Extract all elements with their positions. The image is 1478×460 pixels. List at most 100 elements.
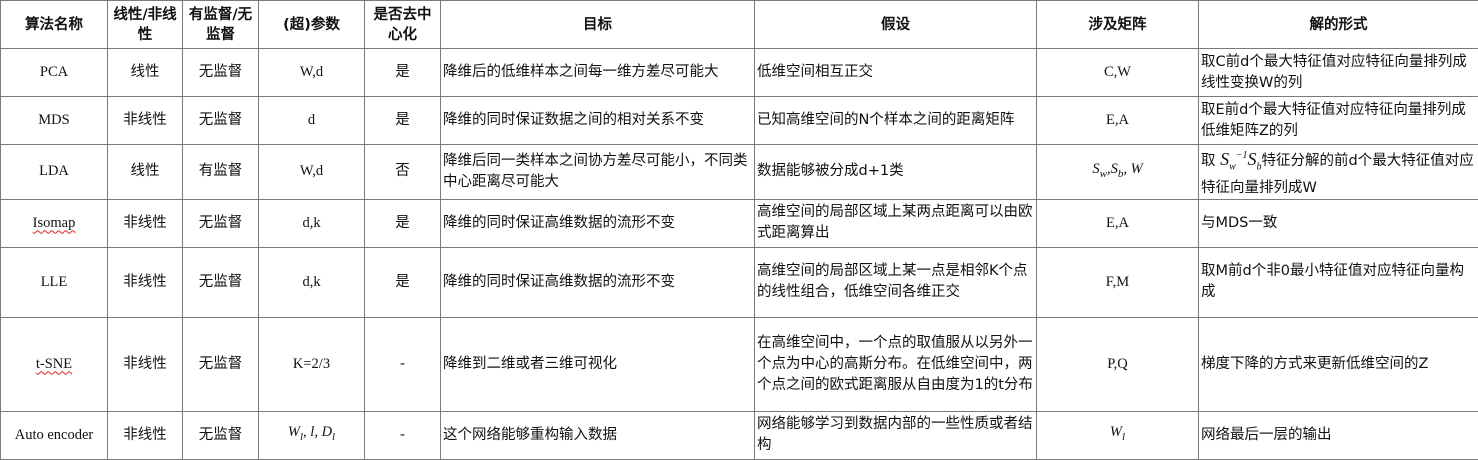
linearity-cell: 线性: [108, 49, 183, 97]
header-cell: 涉及矩阵: [1037, 1, 1199, 49]
linearity-cell: 非线性: [108, 411, 183, 459]
linearity-cell: 非线性: [108, 97, 183, 145]
header-cell: 线性/非线性: [108, 1, 183, 49]
table-row: Isomap 非线性 无监督 d,k 是 降维的同时保证高维数据的流形不变 高维…: [1, 199, 1478, 247]
centered-cell: 否: [365, 145, 441, 200]
matrix-symbol: W: [1110, 424, 1122, 440]
goal-cell: 降维的同时保证高维数据的流形不变: [441, 247, 755, 317]
matrices-formula: Sw,Sb, W: [1037, 145, 1199, 200]
solution-prefix: 取: [1201, 153, 1216, 169]
header-cell: 假设: [755, 1, 1037, 49]
param-subscript: l: [300, 431, 303, 443]
params-cell: K=2/3: [259, 317, 365, 411]
solution-cell: 取E前d个最大特征值对应特征向量排列成低维矩阵Z的列: [1199, 97, 1478, 145]
centered-cell: 是: [365, 199, 441, 247]
goal-cell: 降维的同时保证高维数据的流形不变: [441, 199, 755, 247]
matrix-subscript: w: [1100, 168, 1107, 180]
header-cell: (超)参数: [259, 1, 365, 49]
algorithm-name: LDA: [1, 145, 108, 200]
supervision-cell: 无监督: [183, 199, 259, 247]
param-subscript: l: [332, 431, 335, 443]
table-row: Auto encoder 非线性 无监督 Wl, l, Dl - 这个网络能够重…: [1, 411, 1478, 459]
assumption-cell: 网络能够学习到数据内部的一些性质或者结构: [755, 411, 1037, 459]
param-symbol: W: [288, 424, 300, 440]
linearity-cell: 非线性: [108, 317, 183, 411]
supervision-cell: 无监督: [183, 317, 259, 411]
params-cell: d,k: [259, 247, 365, 317]
algorithm-name-cell: t-SNE: [1, 317, 108, 411]
table-row: LLE 非线性 无监督 d,k 是 降维的同时保证高维数据的流形不变 高维空间的…: [1, 247, 1478, 317]
supervision-cell: 无监督: [183, 247, 259, 317]
matrix-symbol: S: [1248, 149, 1257, 169]
header-cell: 有监督/无监督: [183, 1, 259, 49]
solution-cell: 取C前d个最大特征值对应特征向量排列成线性变换W的列: [1199, 49, 1478, 97]
matrices-cell: P,Q: [1037, 317, 1199, 411]
table-row: PCA 线性 无监督 W,d 是 降维后的低维样本之间每一维方差尽可能大 低维空…: [1, 49, 1478, 97]
table-row: LDA 线性 有监督 W,d 否 降维后同一类样本之间协方差尽可能小，不同类中心…: [1, 145, 1478, 200]
algorithm-name: Auto encoder: [1, 411, 108, 459]
assumption-cell: 高维空间的局部区域上某一点是相邻K个点的线性组合，低维空间各维正交: [755, 247, 1037, 317]
assumption-cell: 在高维空间中，一个点的取值服从以另外一个点为中心的高斯分布。在低维空间中，两个点…: [755, 317, 1037, 411]
goal-cell: 这个网络能够重构输入数据: [441, 411, 755, 459]
params-formula: Wl, l, Dl: [259, 411, 365, 459]
matrix-symbol: W: [1131, 161, 1143, 177]
matrices-cell: E,A: [1037, 199, 1199, 247]
table-row: MDS 非线性 无监督 d 是 降维的同时保证数据之间的相对关系不变 已知高维空…: [1, 97, 1478, 145]
matrix-superscript: −1: [1236, 150, 1248, 161]
params-cell: d,k: [259, 199, 365, 247]
solution-cell: 取M前d个非0最小特征值对应特征向量构成: [1199, 247, 1478, 317]
centered-cell: -: [365, 411, 441, 459]
header-cell: 解的形式: [1199, 1, 1478, 49]
algorithm-name: t-SNE: [36, 356, 72, 372]
matrix-symbol: S: [1092, 161, 1099, 177]
goal-cell: 降维的同时保证数据之间的相对关系不变: [441, 97, 755, 145]
assumption-cell: 低维空间相互正交: [755, 49, 1037, 97]
centered-cell: 是: [365, 97, 441, 145]
supervision-cell: 有监督: [183, 145, 259, 200]
solution-cell: 与MDS一致: [1199, 199, 1478, 247]
param-symbol: l: [310, 424, 314, 440]
goal-cell: 降维后同一类样本之间协方差尽可能小，不同类中心距离尽可能大: [441, 145, 755, 200]
matrices-cell: E,A: [1037, 97, 1199, 145]
matrix-subscript: b: [1118, 168, 1124, 180]
matrix-symbol: S: [1111, 161, 1118, 177]
header-row: 算法名称 线性/非线性 有监督/无监督 (超)参数 是否去中心化 目标 假设 涉…: [1, 1, 1478, 49]
solution-cell: 网络最后一层的输出: [1199, 411, 1478, 459]
solution-formula: Sw−1Sb: [1220, 149, 1261, 169]
matrix-symbol: S: [1220, 149, 1229, 169]
algorithm-name-cell: Isomap: [1, 199, 108, 247]
linearity-cell: 非线性: [108, 199, 183, 247]
supervision-cell: 无监督: [183, 49, 259, 97]
matrices-cell: F,M: [1037, 247, 1199, 317]
algorithm-name: Isomap: [33, 215, 76, 231]
supervision-cell: 无监督: [183, 97, 259, 145]
params-cell: d: [259, 97, 365, 145]
table-row: t-SNE 非线性 无监督 K=2/3 - 降维到二维或者三维可视化 在高维空间…: [1, 317, 1478, 411]
supervision-cell: 无监督: [183, 411, 259, 459]
matrices-cell: C,W: [1037, 49, 1199, 97]
centered-cell: 是: [365, 49, 441, 97]
header-cell: 算法名称: [1, 1, 108, 49]
assumption-cell: 数据能够被分成d+1类: [755, 145, 1037, 200]
centered-cell: 是: [365, 247, 441, 317]
matrices-formula: Wl: [1037, 411, 1199, 459]
goal-cell: 降维后的低维样本之间每一维方差尽可能大: [441, 49, 755, 97]
matrix-subscript: w: [1229, 162, 1236, 173]
linearity-cell: 线性: [108, 145, 183, 200]
header-cell: 是否去中心化: [365, 1, 441, 49]
solution-cell: 梯度下降的方式来更新低维空间的Z: [1199, 317, 1478, 411]
params-cell: W,d: [259, 145, 365, 200]
centered-cell: -: [365, 317, 441, 411]
algorithm-name: LLE: [1, 247, 108, 317]
matrix-subscript: l: [1122, 431, 1125, 443]
assumption-cell: 已知高维空间的N个样本之间的距离矩阵: [755, 97, 1037, 145]
solution-cell: 取 Sw−1Sb特征分解的前d个最大特征值对应特征向量排列成W: [1199, 145, 1478, 200]
params-cell: W,d: [259, 49, 365, 97]
algorithm-name: PCA: [1, 49, 108, 97]
algorithm-comparison-table: 算法名称 线性/非线性 有监督/无监督 (超)参数 是否去中心化 目标 假设 涉…: [0, 0, 1478, 460]
assumption-cell: 高维空间的局部区域上某两点距离可以由欧式距离算出: [755, 199, 1037, 247]
algorithm-name: MDS: [1, 97, 108, 145]
header-cell: 目标: [441, 1, 755, 49]
goal-cell: 降维到二维或者三维可视化: [441, 317, 755, 411]
param-symbol: D: [322, 424, 332, 440]
